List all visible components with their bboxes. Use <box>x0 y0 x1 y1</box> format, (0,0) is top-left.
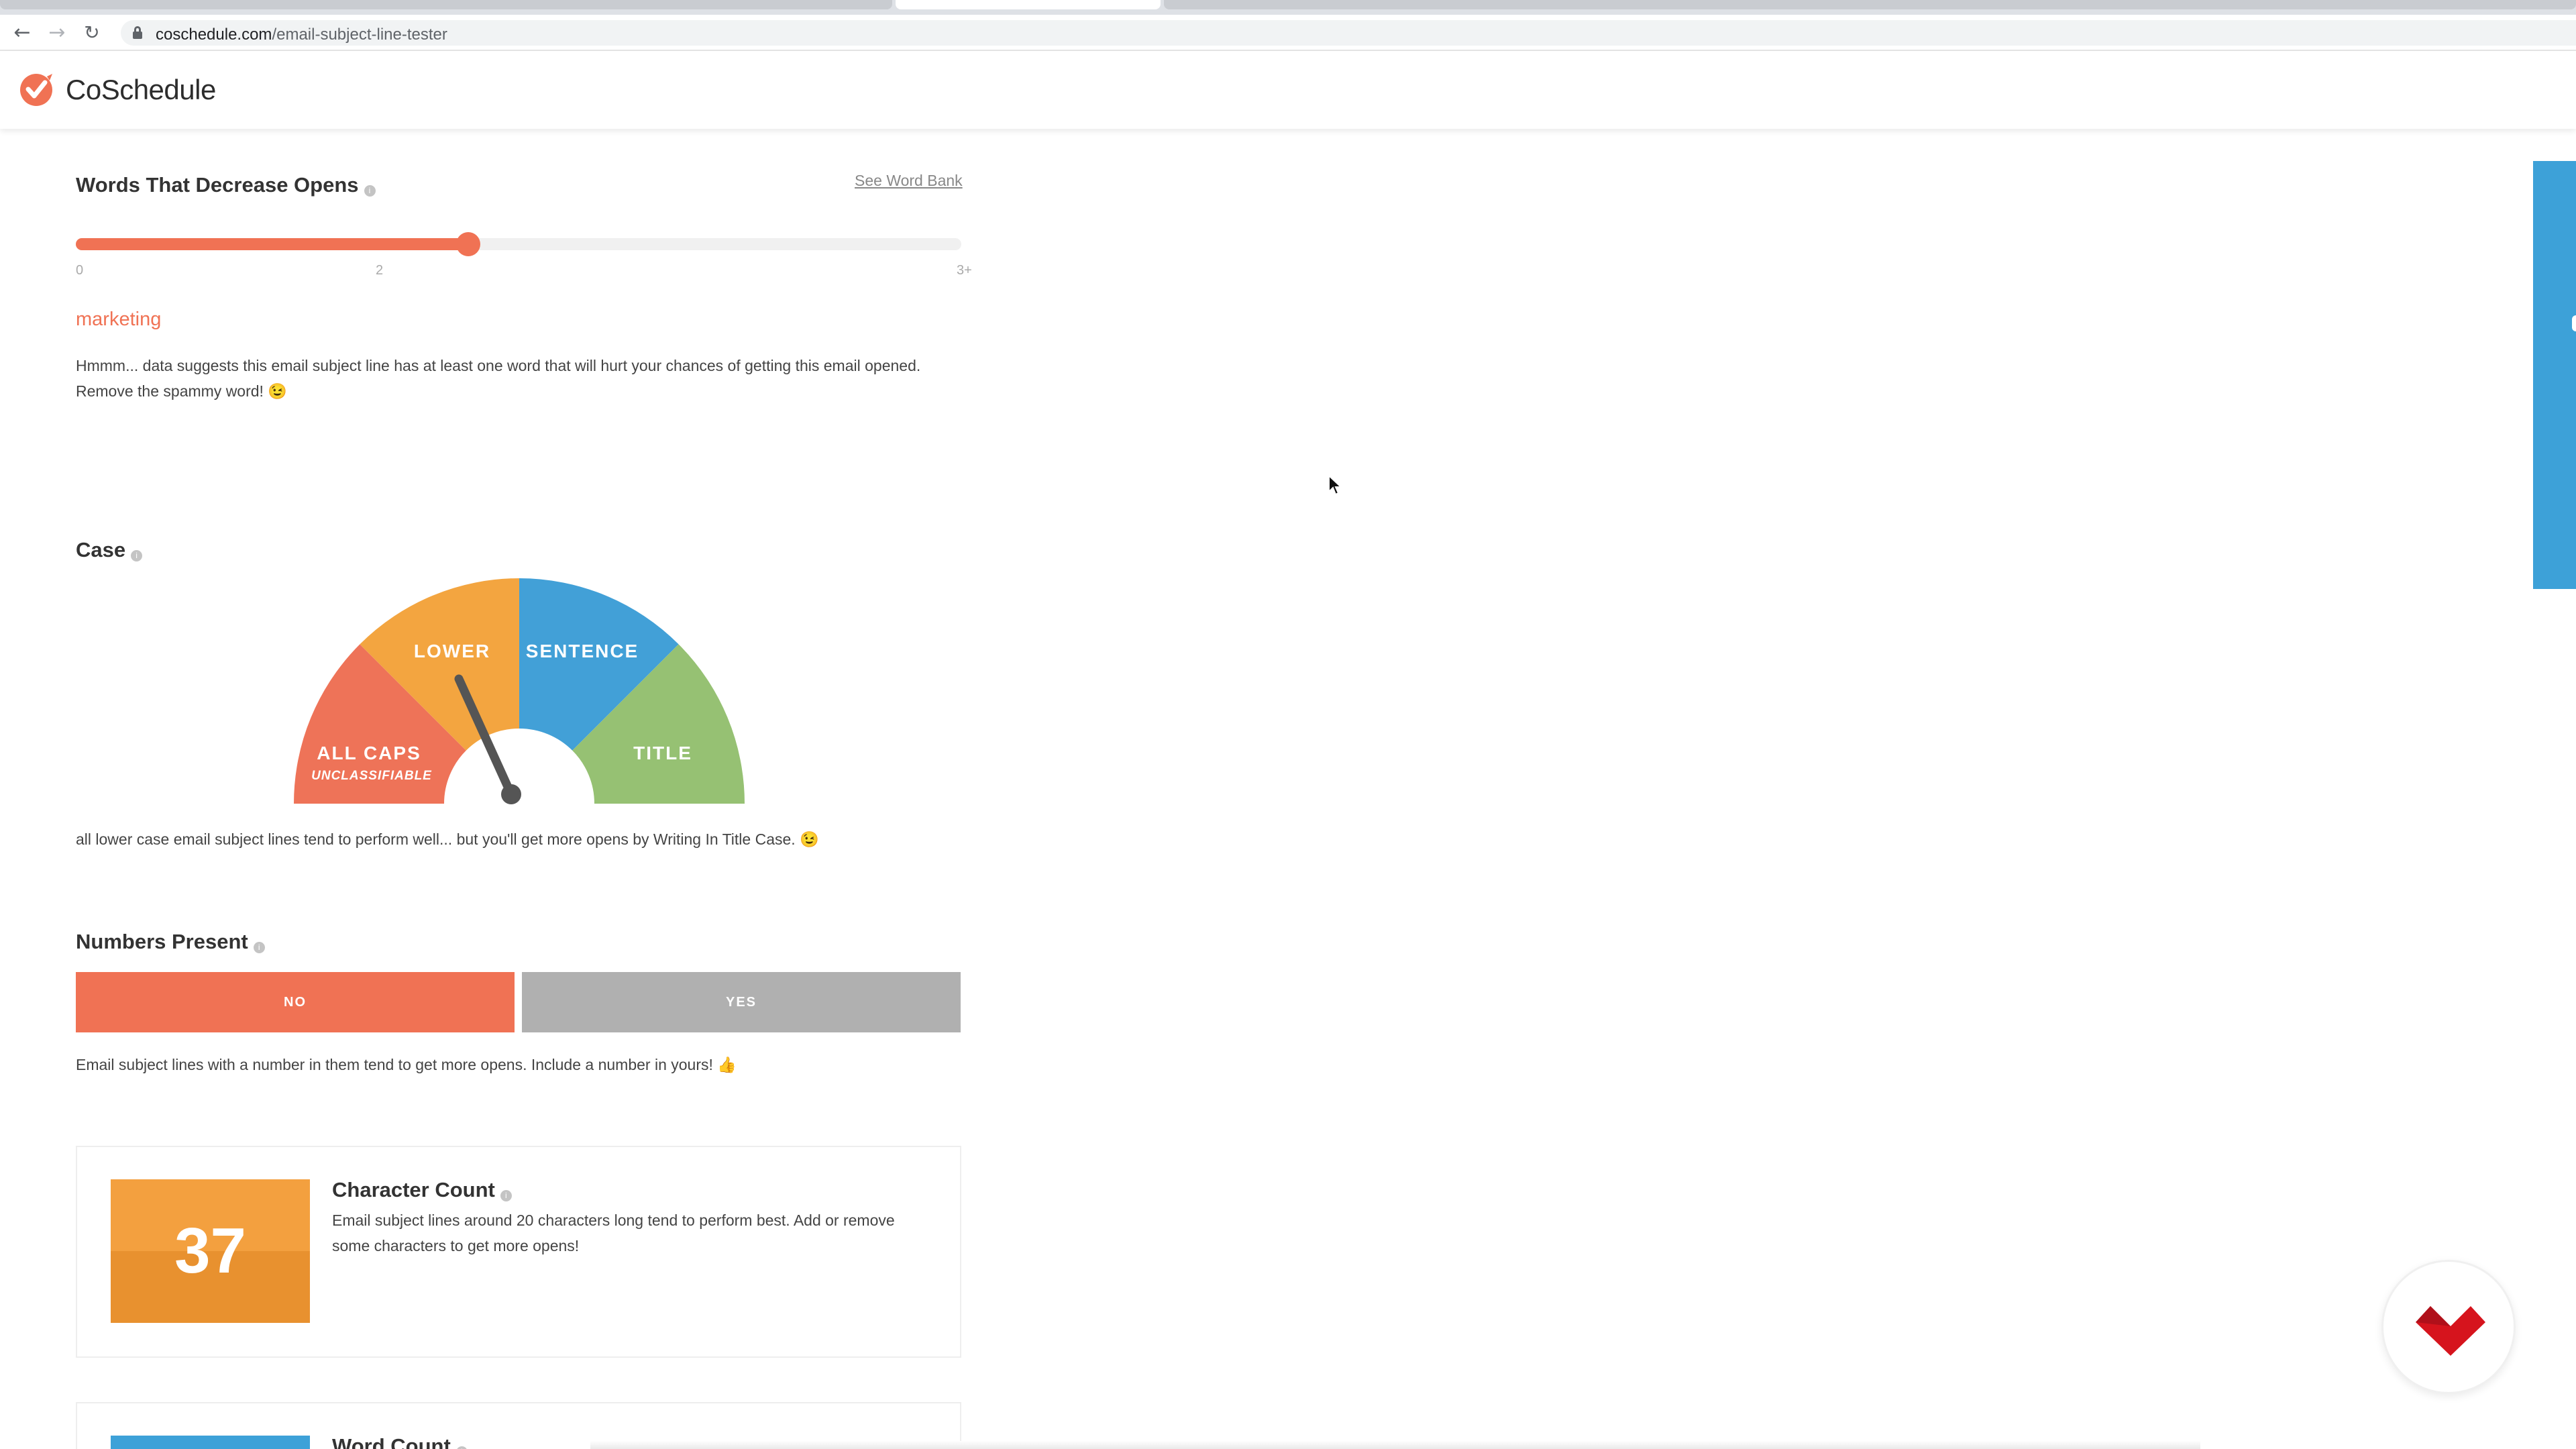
character-count-message: Email subject lines around 20 characters… <box>332 1212 895 1254</box>
gauge-label-lower: LOWER <box>414 641 490 661</box>
gauge-label-all-caps: ALL CAPS <box>317 743 421 763</box>
browser-tab[interactable] <box>0 0 892 9</box>
info-icon[interactable]: i <box>253 942 265 953</box>
words-decrease-message: Hmmm... data suggests this email subject… <box>76 353 1015 404</box>
mouse-cursor-icon <box>1328 475 1343 496</box>
url-path: /email-subject-line-tester <box>272 25 447 44</box>
section-title-numbers: Numbers Present i <box>76 930 265 954</box>
message-line: Remove the spammy word! 😉 <box>76 382 287 400</box>
chat-logo-icon <box>2416 1306 2485 1356</box>
chat-widget-button[interactable] <box>2381 1260 2516 1394</box>
card-title-text: Character Count <box>332 1178 495 1201</box>
meter-min-label: 0 <box>76 263 84 278</box>
card-title-text: Word Count <box>332 1434 451 1449</box>
case-gauge: ALL CAPS UNCLASSIFIABLE LOWER SENTENCE T… <box>293 578 745 804</box>
url-host: coschedule.com <box>156 25 272 44</box>
brand-name[interactable]: CoSchedule <box>66 74 216 106</box>
url-text[interactable]: coschedule.com/email-subject-line-tester <box>156 25 447 44</box>
meter-thumb <box>456 232 480 256</box>
browser-tab-active[interactable] <box>896 0 1161 9</box>
info-icon[interactable]: i <box>131 550 143 561</box>
numbers-message: Email subject lines with a number in the… <box>76 1056 737 1073</box>
character-count-badge: 37 <box>111 1179 310 1323</box>
see-word-bank-link[interactable]: See Word Bank <box>855 172 963 190</box>
browser-tab-strip <box>0 0 2576 15</box>
gauge-label-title: TITLE <box>633 743 692 763</box>
info-icon[interactable]: i <box>455 1446 468 1449</box>
coschedule-logo-icon[interactable] <box>17 71 55 109</box>
section-title-text: Numbers Present <box>76 930 248 953</box>
word-count-title: Word Count i <box>332 1434 468 1449</box>
section-title-text: Case <box>76 538 126 561</box>
address-bar[interactable]: coschedule.com/email-subject-line-tester <box>121 20 2576 46</box>
character-count-title: Character Count i <box>332 1178 512 1202</box>
meter-fill <box>76 238 468 250</box>
side-feedback-tab[interactable] <box>2533 161 2576 589</box>
gauge-needle-hub <box>501 784 521 804</box>
spam-word: marketing <box>76 309 162 330</box>
section-title-text: Words That Decrease Opens <box>76 173 359 197</box>
section-title-case: Case i <box>76 538 143 562</box>
decrease-words-meter <box>76 232 961 256</box>
character-count-card: 37 Character Count i Email subject lines … <box>76 1146 961 1358</box>
lock-icon <box>133 26 142 40</box>
character-count-value: 37 <box>174 1215 246 1287</box>
site-header: CoSchedule <box>0 51 2576 129</box>
forward-arrow-icon[interactable]: → <box>46 21 68 44</box>
browser-tab[interactable] <box>1164 0 2576 9</box>
browser-toolbar: ← → ↻ coschedule.com/email-subject-line-… <box>0 15 2576 51</box>
info-icon[interactable]: i <box>500 1190 512 1201</box>
numbers-no-option: NO <box>76 972 515 1032</box>
case-message: all lower case email subject lines tend … <box>76 830 819 848</box>
info-icon[interactable]: i <box>364 185 376 197</box>
numbers-yes-option: YES <box>522 972 961 1032</box>
gauge-label-sentence: SENTENCE <box>526 641 639 661</box>
main-content: Words That Decrease Opens i See Word Bank… <box>0 129 2576 1449</box>
meter-max-label: 3+ <box>957 263 972 278</box>
message-line: Hmmm... data suggests this email subject… <box>76 357 921 374</box>
bottom-overlay-shadow <box>590 1441 2200 1449</box>
gauge-label-unclassifiable: UNCLASSIFIABLE <box>311 769 432 783</box>
meter-mid-label: 2 <box>376 263 384 278</box>
word-count-badge <box>111 1436 310 1449</box>
back-arrow-icon[interactable]: ← <box>11 21 34 44</box>
reload-icon[interactable]: ↻ <box>80 21 103 44</box>
section-title-words-decrease: Words That Decrease Opens i <box>76 173 376 197</box>
